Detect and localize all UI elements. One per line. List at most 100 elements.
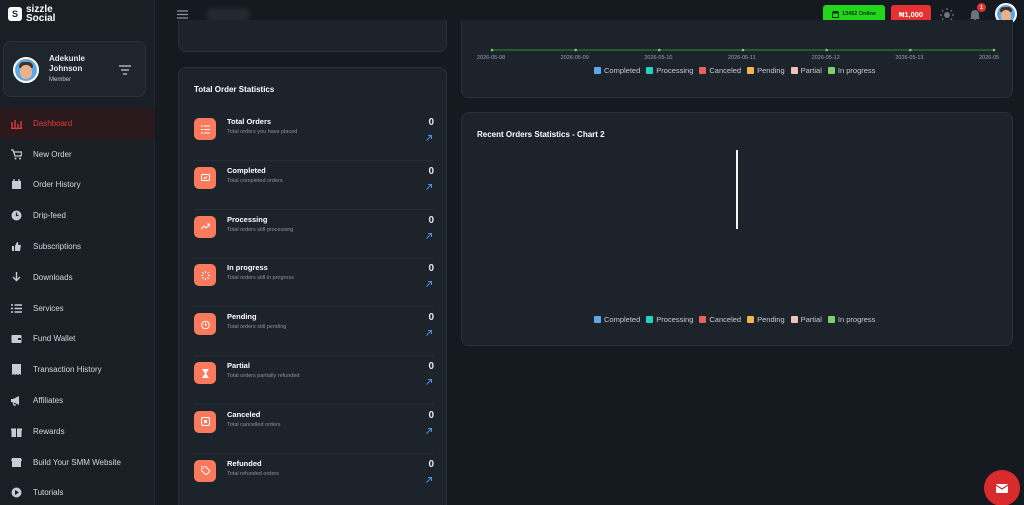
arrow-up-right-icon[interactable] (426, 232, 432, 239)
stat-row-completed: Completed Total completed orders 0 (194, 161, 434, 210)
legend-item-partial[interactable]: Partial (790, 315, 822, 324)
logo[interactable]: S sizzle Social (8, 5, 56, 24)
sidebar-item-affiliates[interactable]: Affiliates (0, 385, 155, 416)
sidebar-item-label: New Order (33, 149, 72, 159)
chart-2-card: Recent Orders Statistics - Chart 2 Compl… (461, 112, 1013, 346)
user-role: Member (49, 77, 72, 83)
chart-1-point (574, 48, 577, 52)
stat-row-refunded: Refunded Total refunded orders 0 (194, 454, 434, 503)
stat-value: 0 (428, 458, 434, 470)
sidebar-item-subscriptions[interactable]: Subscriptions (0, 231, 155, 262)
legend-item-in-progress[interactable]: In progress (827, 66, 875, 75)
filter-icon[interactable] (119, 65, 131, 75)
sidebar-item-tutorials[interactable]: Tutorials (0, 478, 155, 505)
list-icon (194, 118, 216, 140)
sidebar-item-label: Fund Wallet (33, 334, 76, 344)
legend-swatch (646, 67, 654, 74)
legend-swatch (594, 67, 601, 74)
chart-1-point (658, 48, 661, 52)
cart-icon (10, 148, 22, 160)
legend-item-partial[interactable]: Partial (790, 66, 822, 75)
legend-label: Processing (656, 315, 694, 324)
trend-icon (194, 215, 216, 238)
message-button[interactable] (984, 470, 1020, 505)
legend-item-pending[interactable]: Pending (747, 66, 785, 75)
x-tick-label: 2026-05-12 (811, 55, 840, 61)
sidebar-item-rewards[interactable]: Rewards (0, 416, 155, 447)
legend-label: Pending (757, 66, 785, 75)
legend-label: In progress (837, 315, 876, 324)
stat-value: 0 (428, 214, 434, 226)
sidebar-item-order-history[interactable]: Order History (0, 170, 155, 201)
legend-label: Pending (757, 315, 785, 324)
sidebar-item-label: Build Your SMM Website (33, 457, 121, 467)
legend-swatch (790, 67, 798, 74)
chart-1-point (909, 48, 912, 52)
stat-description: Total orders still pending (227, 324, 287, 331)
sidebar-item-transaction-history[interactable]: Transaction History (0, 354, 155, 385)
legend-swatch (790, 316, 798, 323)
legend-item-in-progress[interactable]: In progress (827, 315, 876, 324)
sidebar-item-build-your-smm-website[interactable]: Build Your SMM Website (0, 447, 155, 478)
sidebar-item-label: Transaction History (33, 365, 102, 375)
sidebar-item-fund-wallet[interactable]: Fund Wallet (0, 324, 155, 355)
arrow-up-right-icon[interactable] (426, 281, 432, 288)
timer-icon (194, 313, 216, 336)
legend-label: Completed (604, 315, 641, 324)
arrow-up-right-icon[interactable] (426, 183, 432, 190)
sidebar-item-label: Drip-feed (33, 211, 66, 221)
x-tick-label: 2026-05 (979, 55, 1000, 61)
hourglass-icon (194, 362, 216, 384)
sidebar-item-drip-feed[interactable]: Drip-feed (0, 200, 155, 231)
stat-name: In progress (227, 263, 268, 273)
x-tick-label: 2026-05-11 (728, 55, 756, 61)
legend-item-processing[interactable]: Processing (646, 66, 693, 75)
legend-item-canceled[interactable]: Canceled (699, 315, 741, 324)
chart-1-card: 2026-05-08 2026-05-09 2026-05-10 2026-05-11… (461, 20, 1013, 98)
sidebar-item-downloads[interactable]: Downloads (0, 262, 155, 293)
stat-description: Total cancelled orders (227, 421, 281, 428)
sidebar-item-label: Affiliates (33, 396, 64, 406)
legend-item-pending[interactable]: Pending (747, 315, 785, 324)
arrow-up-right-icon[interactable] (426, 476, 432, 483)
sidebar-item-new-order[interactable]: New Order (0, 139, 155, 170)
legend-label: Completed (604, 66, 641, 75)
sidebar-item-label: Services (33, 303, 64, 313)
chart-icon (10, 117, 22, 129)
legend-item-completed[interactable]: Completed (594, 66, 640, 75)
cancel-icon (194, 410, 216, 433)
sidebar-item-dashboard[interactable]: Dashboard (0, 108, 155, 139)
stat-description: Total orders still processing (227, 226, 294, 233)
avatar[interactable] (13, 57, 39, 83)
stat-value: 0 (428, 165, 434, 177)
legend-item-completed[interactable]: Completed (594, 315, 640, 324)
calendar-icon (10, 179, 22, 191)
menu-icon[interactable] (177, 10, 188, 19)
brand-name: sizzle Social (26, 5, 56, 24)
legend-label: Partial (800, 315, 822, 324)
total-order-statistics-card: Total Order Statistics Total Orders Total… (178, 67, 447, 505)
store-icon (10, 456, 22, 468)
stat-value: 0 (428, 263, 434, 275)
tag-icon (194, 459, 216, 482)
brand-name-line2: Social (26, 13, 56, 24)
clock-icon (10, 210, 22, 222)
stat-name: Canceled (227, 409, 261, 419)
arrow-up-right-icon[interactable] (426, 427, 432, 434)
legend-label: Partial (800, 66, 822, 75)
arrow-up-right-icon[interactable] (426, 330, 432, 337)
sidebar-item-services[interactable]: Services (0, 293, 155, 324)
chart-1-point (992, 48, 996, 52)
sidebar-item-label: Downloads (33, 272, 73, 282)
stat-name: Pending (227, 312, 257, 322)
arrow-up-right-icon[interactable] (426, 379, 432, 385)
x-tick-label: 2026-05-09 (560, 55, 589, 61)
legend-label: Processing (656, 66, 694, 75)
legend-item-canceled[interactable]: Canceled (699, 66, 741, 75)
legend-item-processing[interactable]: Processing (646, 315, 693, 324)
arrow-up-right-icon[interactable] (426, 135, 432, 141)
stats-title: Total Order Statistics (194, 85, 275, 94)
wallet-icon (10, 333, 22, 345)
spinner-icon (194, 264, 216, 287)
stat-name: Completed (227, 165, 266, 175)
